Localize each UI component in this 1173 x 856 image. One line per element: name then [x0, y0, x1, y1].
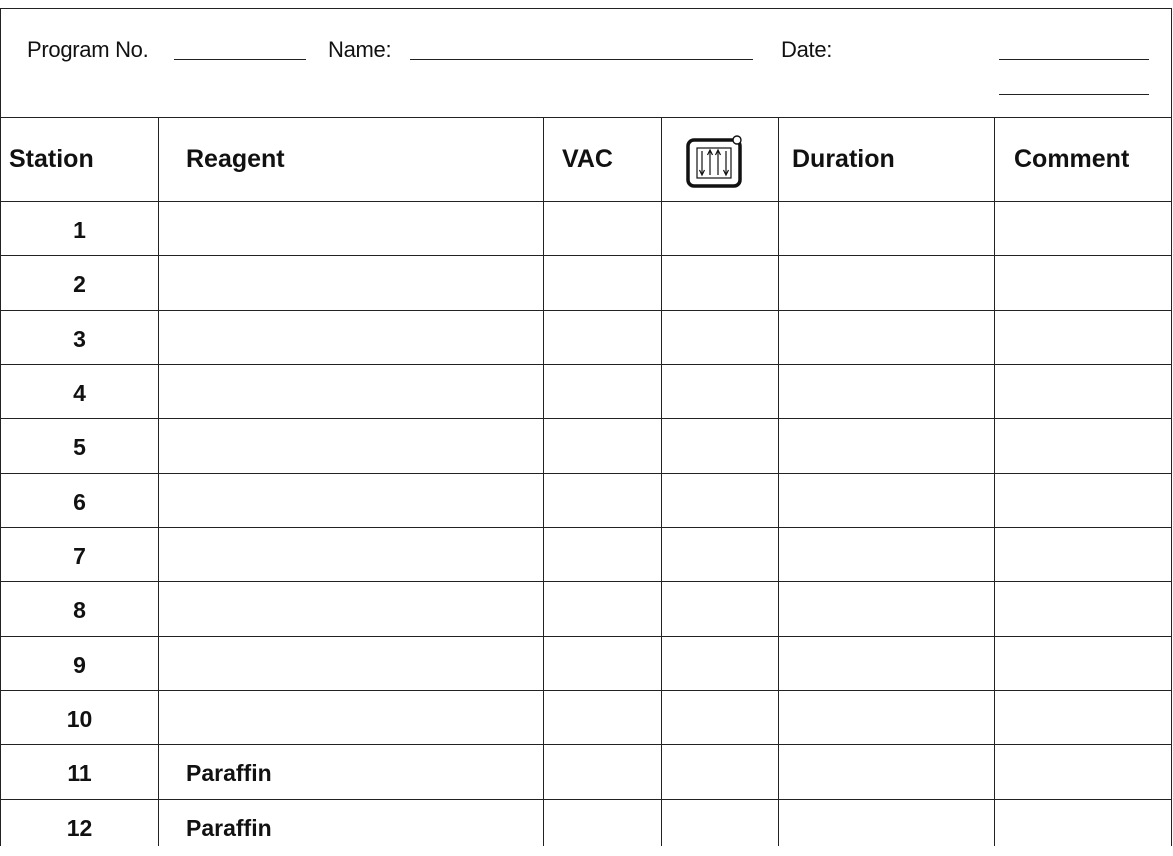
- program-number-field[interactable]: [174, 59, 306, 60]
- reagent-cell[interactable]: [159, 582, 543, 636]
- station-number: 2: [73, 271, 86, 297]
- table-row: 1: [1, 202, 1171, 256]
- station-number: 5: [73, 434, 86, 460]
- station-number: 8: [73, 597, 86, 623]
- reagent-cell[interactable]: [159, 256, 543, 310]
- column-header-duration: Duration: [792, 145, 895, 173]
- reagent-cell[interactable]: [159, 311, 543, 365]
- reagent-cell[interactable]: Paraffin: [159, 745, 543, 799]
- program-number-label: Program No.: [27, 37, 149, 62]
- table-row: 3: [1, 311, 1171, 365]
- column-header-comment: Comment: [1014, 145, 1130, 173]
- table-row: 2: [1, 256, 1171, 310]
- table-row: 10: [1, 691, 1171, 745]
- agitation-icon: [685, 134, 747, 190]
- reagent-cell[interactable]: [159, 691, 543, 745]
- station-number: 1: [73, 217, 86, 243]
- station-number: 3: [73, 326, 86, 352]
- reagent-cell[interactable]: [159, 528, 543, 582]
- column-header-station: Station: [9, 145, 94, 173]
- column-header-reagent: Reagent: [186, 145, 285, 173]
- reagent-cell[interactable]: [159, 637, 543, 691]
- reagent-cell[interactable]: [159, 474, 543, 528]
- station-number: 11: [67, 760, 92, 786]
- station-number: 7: [73, 543, 86, 569]
- date-label: Date:: [781, 37, 833, 62]
- station-number: 4: [73, 380, 86, 406]
- name-field[interactable]: [410, 59, 753, 60]
- date-field-1[interactable]: [999, 59, 1149, 60]
- table-row: 7: [1, 528, 1171, 582]
- table-row: 6: [1, 474, 1171, 528]
- station-number: 6: [73, 489, 86, 515]
- station-number: 12: [66, 815, 93, 841]
- reagent-cell[interactable]: [159, 365, 543, 419]
- name-label: Name:: [328, 37, 392, 62]
- table-row: 9: [1, 637, 1171, 691]
- reagent-cell[interactable]: [159, 419, 543, 473]
- table-row: 11 Paraffin: [1, 745, 1171, 799]
- table-row: 5: [1, 419, 1171, 473]
- column-header-vac: VAC: [562, 145, 613, 173]
- table-row: 8: [1, 582, 1171, 636]
- table-row: 4: [1, 365, 1171, 419]
- station-number: 9: [73, 652, 86, 678]
- reagent-cell[interactable]: [159, 202, 543, 256]
- station-number: 10: [66, 706, 93, 732]
- table-row: 12 Paraffin: [1, 800, 1171, 854]
- date-field-2[interactable]: [999, 94, 1149, 95]
- program-form: Program No. Name: Date: Station Reagent …: [0, 8, 1172, 846]
- reagent-cell[interactable]: Paraffin: [159, 800, 543, 854]
- form-header: Program No. Name: Date:: [1, 9, 1171, 118]
